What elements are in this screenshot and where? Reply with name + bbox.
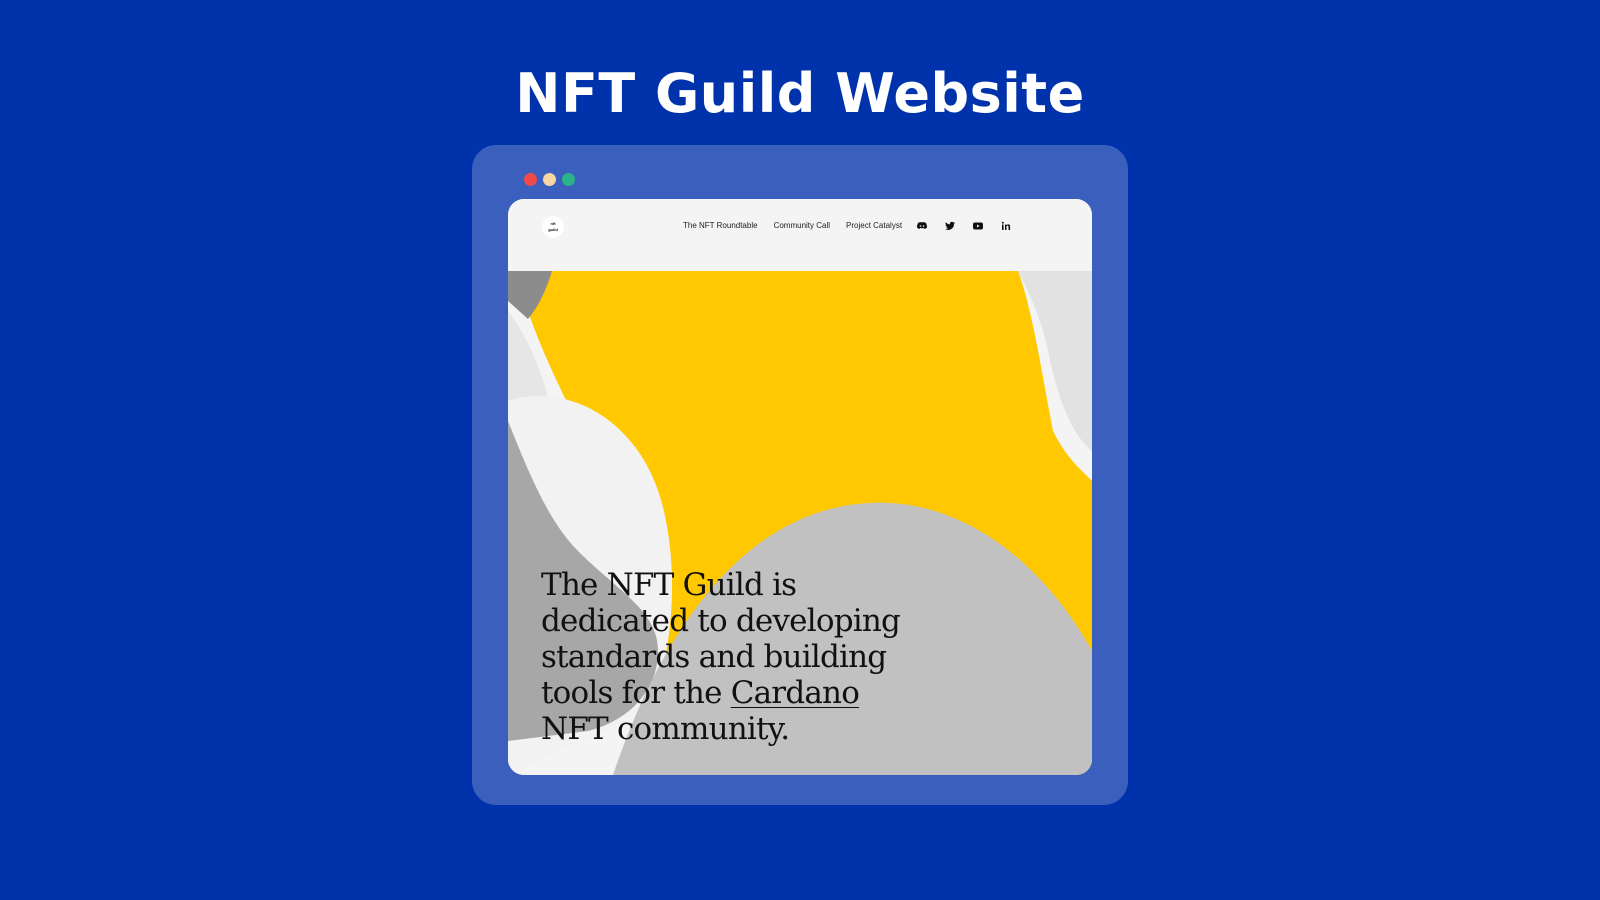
- discord-icon[interactable]: [916, 220, 928, 232]
- social-links: [916, 220, 1012, 232]
- linkedin-icon[interactable]: [1000, 220, 1012, 232]
- close-dot: [524, 173, 537, 186]
- cardano-link[interactable]: Cardano: [731, 675, 860, 711]
- browser-frame: nft guild The NFT Roundtable Community C…: [472, 145, 1128, 805]
- page-title: NFT Guild Website: [515, 62, 1085, 125]
- hero-text-after: NFT community.: [541, 711, 790, 747]
- maximize-dot: [562, 173, 575, 186]
- nav-item-nft-roundtable[interactable]: The NFT Roundtable: [683, 221, 758, 230]
- hero-headline: The NFT Guild is dedicated to developing…: [541, 567, 921, 747]
- hero-section: The NFT Guild is dedicated to developing…: [508, 271, 1092, 775]
- youtube-icon[interactable]: [972, 220, 984, 232]
- site-header: nft guild The NFT Roundtable Community C…: [508, 199, 1092, 271]
- nav-item-community-call[interactable]: Community Call: [774, 221, 830, 230]
- nav-item-project-catalyst[interactable]: Project Catalyst: [846, 221, 902, 230]
- minimize-dot: [543, 173, 556, 186]
- logo-text: nft guild: [548, 221, 558, 232]
- main-nav: The NFT Roundtable Community Call Projec…: [683, 221, 902, 230]
- website-viewport: nft guild The NFT Roundtable Community C…: [508, 199, 1092, 775]
- window-controls: [524, 173, 575, 186]
- logo[interactable]: nft guild: [542, 216, 564, 238]
- twitter-icon[interactable]: [944, 220, 956, 232]
